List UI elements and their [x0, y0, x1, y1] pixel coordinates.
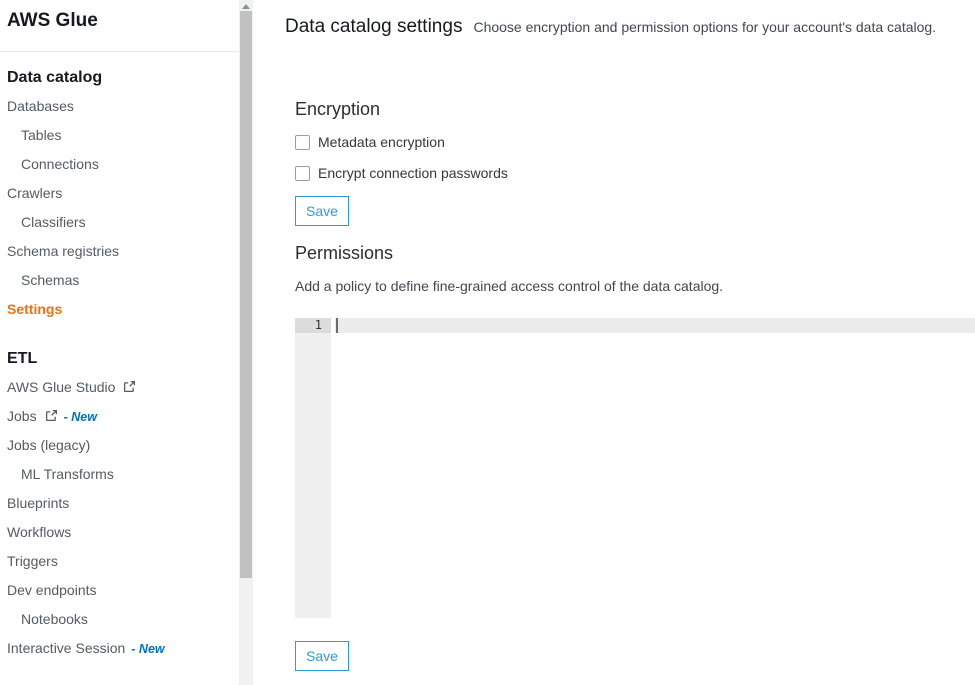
sidebar-section-data-catalog: Data catalog: [0, 63, 239, 92]
sidebar-item-crawlers[interactable]: Crawlers: [0, 179, 239, 208]
scroll-up-icon[interactable]: [242, 4, 250, 9]
sidebar-item-workflows[interactable]: Workflows: [0, 518, 239, 547]
editor-active-line: [335, 318, 975, 333]
sidebar-item-blueprints[interactable]: Blueprints: [0, 489, 239, 518]
sidebar-item-jobs-legacy[interactable]: Jobs (legacy): [0, 431, 239, 460]
editor-cursor: [336, 318, 338, 333]
checkbox-label: Encrypt connection passwords: [318, 165, 508, 181]
metadata-encryption-checkbox-row[interactable]: Metadata encryption: [295, 134, 445, 150]
sidebar-item-ml-transforms[interactable]: ML Transforms: [0, 460, 239, 489]
sidebar-item-label: AWS Glue Studio: [7, 379, 115, 395]
external-link-icon: [123, 374, 136, 403]
page-title: Data catalog settings: [285, 16, 462, 38]
encrypt-connection-passwords-checkbox-row[interactable]: Encrypt connection passwords: [295, 165, 508, 181]
new-badge: - New: [64, 410, 97, 424]
page-header: Data catalog settings Choose encryption …: [285, 16, 965, 38]
permissions-heading: Permissions: [295, 243, 393, 264]
encryption-heading: Encryption: [295, 99, 380, 120]
checkbox-unchecked-icon[interactable]: [295, 166, 310, 181]
checkbox-label: Metadata encryption: [318, 134, 445, 150]
sidebar-item-tables[interactable]: Tables: [0, 121, 239, 150]
editor-gutter: 1: [295, 318, 331, 618]
sidebar-item-databases[interactable]: Databases: [0, 92, 239, 121]
external-link-icon: [45, 403, 58, 432]
sidebar-item-connections[interactable]: Connections: [0, 150, 239, 179]
sidebar-item-dev-endpoints[interactable]: Dev endpoints: [0, 576, 239, 605]
sidebar-nav: Data catalog Databases Tables Connection…: [0, 63, 239, 663]
sidebar-item-label: Interactive Session: [7, 640, 125, 656]
sidebar-item-schemas[interactable]: Schemas: [0, 266, 239, 295]
sidebar-item-notebooks[interactable]: Notebooks: [0, 605, 239, 634]
sidebar-item-interactive-session[interactable]: Interactive Session - New: [0, 634, 239, 663]
app-title: AWS Glue: [0, 0, 239, 32]
editor-line-number: 1: [295, 318, 331, 333]
sidebar-item-settings[interactable]: Settings: [0, 295, 239, 324]
sidebar-scrollbar[interactable]: [239, 0, 253, 685]
permissions-save-button[interactable]: Save: [295, 641, 349, 671]
checkbox-unchecked-icon[interactable]: [295, 135, 310, 150]
encryption-save-button[interactable]: Save: [295, 196, 349, 226]
sidebar-item-triggers[interactable]: Triggers: [0, 547, 239, 576]
page-description: Choose encryption and permission options…: [473, 19, 936, 35]
sidebar-divider: [0, 51, 239, 52]
scrollbar-thumb[interactable]: [240, 11, 252, 578]
sidebar-item-jobs[interactable]: Jobs - New: [0, 402, 239, 431]
sidebar-section-etl: ETL: [0, 344, 239, 373]
new-badge: - New: [131, 642, 164, 656]
sidebar-item-schema-registries[interactable]: Schema registries: [0, 237, 239, 266]
sidebar-item-label: Jobs: [7, 408, 37, 424]
sidebar-item-aws-glue-studio[interactable]: AWS Glue Studio: [0, 373, 239, 402]
permissions-description: Add a policy to define fine-grained acce…: [295, 278, 723, 294]
policy-editor[interactable]: 1: [295, 318, 975, 618]
sidebar-item-classifiers[interactable]: Classifiers: [0, 208, 239, 237]
sidebar: AWS Glue Data catalog Databases Tables C…: [0, 0, 239, 685]
